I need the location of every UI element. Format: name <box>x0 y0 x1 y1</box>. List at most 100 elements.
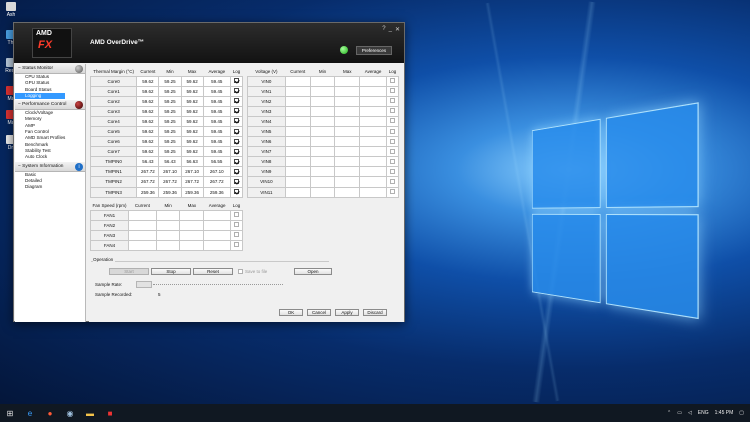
log-checkbox[interactable] <box>390 179 395 184</box>
preferences-button[interactable]: Preferences <box>356 46 392 55</box>
log-checkbox[interactable] <box>390 108 395 113</box>
column-header: Min <box>310 67 335 76</box>
edge-icon[interactable]: e <box>20 404 40 422</box>
sensor-average: 59.45 <box>203 106 230 116</box>
log-checkbox[interactable] <box>234 232 239 237</box>
log-checkbox[interactable] <box>390 149 395 154</box>
sensor-average: 59.45 <box>203 126 230 136</box>
log-cell <box>387 86 399 96</box>
log-checkbox[interactable] <box>234 78 239 83</box>
log-cell <box>387 137 399 147</box>
value-cell <box>285 167 310 177</box>
log-checkbox[interactable] <box>390 78 395 83</box>
chevron-up-icon[interactable]: ⌃ <box>667 410 671 416</box>
column-header: Min <box>159 67 181 76</box>
log-checkbox[interactable] <box>234 212 239 217</box>
sensor-average: 59.45 <box>203 116 230 126</box>
value-cell <box>156 210 180 220</box>
value-cell <box>310 177 335 187</box>
cancel-button[interactable]: Cancel <box>307 309 331 316</box>
clock[interactable]: 1:45 PM <box>715 410 734 416</box>
sidebar-item-auto-clock[interactable]: Auto Clock <box>15 154 85 160</box>
amd-overdrive-window: AMD FX AMD OverDrive™ ? _ ✕ Preferences … <box>13 22 405 322</box>
sensor-name: Core1 <box>91 86 137 96</box>
sensor-current: 59.62 <box>137 106 159 116</box>
title-bar[interactable]: AMD FX AMD OverDrive™ ? _ ✕ Preferences <box>14 23 404 63</box>
log-checkbox[interactable] <box>390 118 395 123</box>
close-icon[interactable]: ✕ <box>395 26 400 33</box>
language-indicator[interactable]: ENG <box>698 410 709 416</box>
sample-rate-track <box>153 284 283 285</box>
value-cell <box>285 177 310 187</box>
start-windows-icon[interactable]: ⊞ <box>0 404 20 422</box>
log-checkbox[interactable] <box>390 169 395 174</box>
desktop-icon[interactable]: Ash <box>4 2 18 18</box>
stop-button[interactable]: Stop <box>151 268 191 275</box>
notifications-icon[interactable]: ▢ <box>739 410 744 416</box>
column-header: Max <box>181 67 203 76</box>
sensor-max: 59.62 <box>181 76 203 86</box>
save-to-file-checkbox[interactable] <box>238 269 243 274</box>
network-icon[interactable]: ▭ <box>677 410 682 416</box>
file-explorer-icon[interactable]: ▬ <box>80 404 100 422</box>
sidebar-item-logging[interactable]: Logging <box>15 93 65 99</box>
log-checkbox[interactable] <box>234 149 239 154</box>
sidebar-item-board-status[interactable]: Board Status <box>15 87 85 93</box>
volume-icon[interactable]: ◁ <box>688 410 692 416</box>
log-checkbox[interactable] <box>390 159 395 164</box>
minimize-icon[interactable]: _ <box>389 26 392 33</box>
section-performance-control[interactable]: − Performance Control <box>15 100 85 110</box>
column-header: Average <box>203 67 230 76</box>
log-cell <box>230 116 242 126</box>
log-checkbox[interactable] <box>234 189 239 194</box>
value-cell <box>310 96 335 106</box>
sensor-min: 267.10 <box>159 167 181 177</box>
discard-button[interactable]: Discard <box>363 309 387 316</box>
log-checkbox[interactable] <box>390 189 395 194</box>
sensor-average: 59.45 <box>203 86 230 96</box>
help-icon[interactable]: ? <box>382 26 385 33</box>
log-cell <box>230 157 242 167</box>
sample-rate-slider[interactable] <box>136 281 152 288</box>
ok-button[interactable]: OK <box>279 309 303 316</box>
log-checkbox[interactable] <box>234 159 239 164</box>
log-checkbox[interactable] <box>234 139 239 144</box>
reset-button[interactable]: Reset <box>193 268 233 275</box>
sensor-min: 59.25 <box>159 96 181 106</box>
log-checkbox[interactable] <box>234 129 239 134</box>
log-checkbox[interactable] <box>234 169 239 174</box>
voltage-table: Voltage (V) Current Min Max Average Log … <box>247 67 399 198</box>
log-checkbox[interactable] <box>390 139 395 144</box>
table-row: VIN4 <box>248 116 399 126</box>
log-checkbox[interactable] <box>234 222 239 227</box>
table-row: TMPIN0 56.43 56.43 56.63 56.55 <box>91 157 243 167</box>
log-checkbox[interactable] <box>234 88 239 93</box>
start-button[interactable]: Start <box>109 268 149 275</box>
steam-icon[interactable]: ◉ <box>60 404 80 422</box>
log-checkbox[interactable] <box>234 118 239 123</box>
log-checkbox[interactable] <box>234 242 239 247</box>
apply-button[interactable]: Apply <box>335 309 359 316</box>
browser-icon[interactable]: ● <box>40 404 60 422</box>
section-system-information[interactable]: − System Information i <box>15 162 85 172</box>
log-checkbox[interactable] <box>234 98 239 103</box>
sidebar-item-diagram[interactable]: Diagram <box>15 184 85 190</box>
table-row: TMPIN1 267.72 267.10 267.10 267.10 <box>91 167 243 177</box>
column-header: Log <box>231 201 243 210</box>
log-checkbox[interactable] <box>234 179 239 184</box>
column-header: Log <box>387 67 399 76</box>
table-row: TMPIN2 267.72 267.72 267.72 267.72 <box>91 177 243 187</box>
log-checkbox[interactable] <box>234 108 239 113</box>
sensor-name: Core3 <box>91 106 137 116</box>
amd-overdrive-taskbar-icon[interactable]: ■ <box>100 404 120 422</box>
value-cell <box>335 116 360 126</box>
log-checkbox[interactable] <box>390 129 395 134</box>
log-checkbox[interactable] <box>390 98 395 103</box>
log-checkbox[interactable] <box>390 88 395 93</box>
value-cell <box>285 116 310 126</box>
section-status-monitor[interactable]: − Status Monitor <box>15 64 85 74</box>
open-button[interactable]: Open <box>294 268 332 275</box>
value-cell <box>128 240 156 250</box>
log-cell <box>230 96 242 106</box>
sensor-name: Core0 <box>91 76 137 86</box>
